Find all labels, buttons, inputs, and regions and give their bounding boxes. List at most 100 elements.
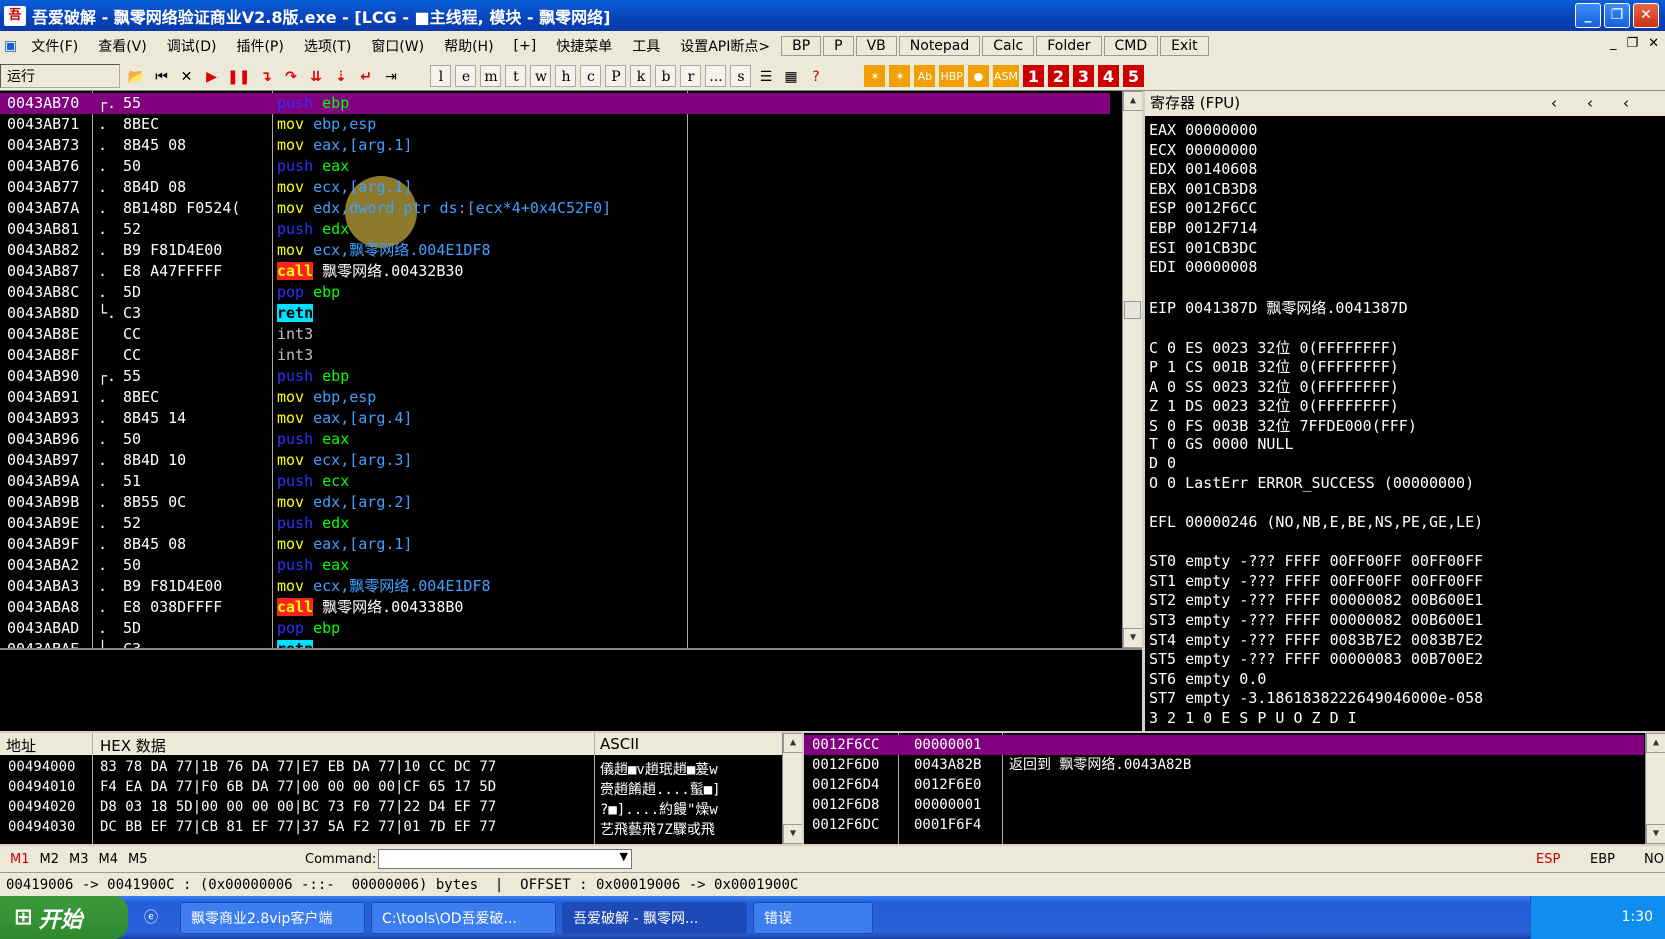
list-icon[interactable]: ☰ bbox=[755, 65, 776, 87]
disasm-row[interactable]: 0043AB77. 8B4D 08 mov ecx,[arg.1] bbox=[0, 177, 1110, 198]
stack-row[interactable]: 0012F6D0 0043A82B 返回到 飘零网络.0043A82B bbox=[804, 755, 1644, 775]
dump-scrollbar[interactable]: ▲ ▼ bbox=[782, 733, 802, 844]
run-icon[interactable]: ▶ bbox=[201, 65, 222, 87]
window-letter-button[interactable]: s bbox=[730, 64, 752, 87]
quick-launch-ie-icon[interactable]: ⓔ bbox=[134, 902, 174, 934]
command-input[interactable]: ▼ bbox=[378, 849, 632, 869]
disasm-row[interactable]: 0043AB70 ┌. 55 push ebp bbox=[0, 93, 1110, 114]
menu-item[interactable]: 文件(F) bbox=[21, 36, 88, 56]
menu-tool-button[interactable]: CMD bbox=[1103, 36, 1159, 56]
asm-icon[interactable]: ASM bbox=[992, 64, 1019, 87]
stack-pane[interactable]: ▲ ▼ 0012F6CC 00000001 0012F6D0 0043A82B 返回到 飘… bbox=[804, 733, 1665, 844]
title-bar[interactable]: 吾 吾爱破解 - 飘零网络验证商业V2.8版.exe - [LCG - ■主线程… bbox=[0, 0, 1665, 31]
disasm-row[interactable]: 0043AB81. 52 push edx bbox=[0, 219, 1110, 240]
close-button[interactable]: ✕ bbox=[1633, 3, 1659, 28]
execute-till-return-icon[interactable]: ↵ bbox=[355, 65, 376, 87]
disasm-row[interactable]: 0043ABA8. E8 038DFFFF call 飘零网络.004338B0 bbox=[0, 597, 1110, 618]
plugin-ab-icon[interactable]: Ab bbox=[914, 64, 936, 87]
registers-pane[interactable]: 寄存器 (FPU) ‹‹‹ EAX 00000000 ECX 00000000 ED… bbox=[1145, 91, 1665, 731]
disasm-row[interactable]: 0043AB91. 8BEC mov ebp,esp bbox=[0, 387, 1110, 408]
plugin-a-icon[interactable]: ✶ bbox=[864, 64, 886, 87]
window-letter-button[interactable]: e bbox=[455, 64, 477, 87]
window-letter-button[interactable]: l bbox=[430, 64, 452, 87]
memory-mark-button[interactable]: M1 bbox=[10, 852, 30, 867]
disasm-row[interactable]: 0043ABAE └. C3 retn bbox=[0, 639, 1110, 648]
menu-tool-button[interactable]: VB bbox=[855, 36, 897, 56]
stack-row[interactable]: 0012F6DC 0001F6F4 bbox=[804, 815, 1644, 835]
window-letter-button[interactable]: b bbox=[655, 64, 677, 87]
menu-tool-button[interactable]: P bbox=[823, 36, 854, 56]
window-letter-button[interactable]: w bbox=[530, 64, 552, 87]
taskbar-task[interactable]: 飘零商业2.8vip客户端 bbox=[180, 901, 365, 934]
memory-dump-pane[interactable]: 地址 HEX 数据 ASCII ▲ ▼ 00494000 83 78 DA 77|1… bbox=[0, 733, 802, 844]
disasm-row[interactable]: 0043AB9B. 8B55 0C mov edx,[arg.2] bbox=[0, 492, 1110, 513]
disasm-row[interactable]: 0043AB82. B9 F81D4E00 mov ecx,飘零网络.004E1DF… bbox=[0, 240, 1110, 261]
disasm-row[interactable]: 0043ABA3. B9 F81D4E00 mov ecx,飘零网络.004E1DF… bbox=[0, 576, 1110, 597]
disassembly-pane[interactable]: ▲ ▼ 0043AB70 ┌. 55 push ebp 0043AB71. 8BEC mov… bbox=[0, 91, 1142, 648]
taskbar-task[interactable]: 错误 bbox=[753, 901, 873, 934]
stack-row[interactable]: 0012F6D8 00000001 bbox=[804, 795, 1644, 815]
disasm-row[interactable]: 0043ABA2. 50 push eax bbox=[0, 555, 1110, 576]
disasm-row[interactable]: 0043ABAD. 5D pop ebp bbox=[0, 618, 1110, 639]
menu-tool-button[interactable]: Calc bbox=[982, 36, 1035, 56]
disasm-row[interactable]: 0043AB90 ┌. 55 push ebp bbox=[0, 366, 1110, 387]
window-letter-button[interactable]: m bbox=[480, 64, 502, 87]
disasm-row[interactable]: 0043AB8F CC int3 bbox=[0, 345, 1110, 366]
memory-mark-button[interactable]: M3 bbox=[69, 852, 89, 867]
menu-tool-button[interactable]: Folder bbox=[1036, 36, 1102, 56]
registers-nav-arrows[interactable]: ‹‹‹ bbox=[1551, 91, 1659, 116]
stack-row[interactable]: 0012F6D4 0012F6E0 bbox=[804, 775, 1644, 795]
menu-item[interactable]: 选项(T) bbox=[294, 36, 361, 56]
menu-item[interactable]: [+] bbox=[504, 38, 547, 54]
menu-tool-button[interactable]: Notepad bbox=[898, 36, 981, 56]
disasm-row[interactable]: 0043AB8D └. C3 retn bbox=[0, 303, 1110, 324]
disasm-scrollbar[interactable]: ▲ ▼ bbox=[1122, 91, 1142, 648]
menu-item[interactable]: 窗口(W) bbox=[361, 36, 434, 56]
memory-mark-button[interactable]: M4 bbox=[99, 852, 119, 867]
hbp-icon[interactable]: HBP bbox=[939, 64, 964, 87]
window-letter-button[interactable]: P bbox=[605, 64, 627, 87]
taskbar-task[interactable]: C:\tools\OD吾爱破... bbox=[371, 901, 556, 934]
disasm-row[interactable]: 0043AB8C. 5D pop ebp bbox=[0, 282, 1110, 303]
close-process-icon[interactable]: ✕ bbox=[176, 65, 197, 87]
disasm-row[interactable]: 0043AB73. 8B45 08 mov eax,[arg.1] bbox=[0, 135, 1110, 156]
pause-icon[interactable]: ❚❚ bbox=[226, 65, 251, 87]
numbered-button[interactable]: 4 bbox=[1097, 64, 1119, 87]
command-right-option[interactable]: ESP bbox=[1536, 852, 1560, 867]
numbered-button[interactable]: 1 bbox=[1022, 64, 1044, 87]
maximize-button[interactable]: ❐ bbox=[1604, 3, 1630, 28]
grid-icon[interactable]: ▦ bbox=[780, 65, 801, 87]
disasm-row[interactable]: 0043AB8E CC int3 bbox=[0, 324, 1110, 345]
disasm-row[interactable]: 0043AB9F. 8B45 08 mov eax,[arg.1] bbox=[0, 534, 1110, 555]
disasm-row[interactable]: 0043AB87. E8 A47FFFFF call 飘零网络.00432B30 bbox=[0, 261, 1110, 282]
trace-over-icon[interactable]: ⇣ bbox=[330, 65, 351, 87]
stack-scrollbar[interactable]: ▲ ▼ bbox=[1645, 733, 1665, 844]
menu-item[interactable]: 调试(D) bbox=[157, 36, 227, 56]
step-into-icon[interactable]: ↴ bbox=[255, 65, 276, 87]
menu-tool-button[interactable]: Exit bbox=[1160, 36, 1209, 56]
disasm-row[interactable]: 0043AB7A. 8B148D F0524(mov edx,dword ptr … bbox=[0, 198, 1110, 219]
menu-item[interactable]: 快捷菜单 bbox=[546, 36, 622, 56]
command-right-option[interactable]: EBP bbox=[1590, 852, 1615, 867]
step-over-icon[interactable]: ↷ bbox=[280, 65, 301, 87]
disasm-row[interactable]: 0043AB97. 8B4D 10 mov ecx,[arg.3] bbox=[0, 450, 1110, 471]
disasm-row[interactable]: 0043AB76. 50 push eax bbox=[0, 156, 1110, 177]
numbered-button[interactable]: 5 bbox=[1122, 64, 1144, 87]
menu-item[interactable]: 工具 bbox=[622, 36, 670, 56]
help-icon[interactable]: ? bbox=[805, 65, 826, 87]
stack-row[interactable]: 0012F6CC 00000001 bbox=[804, 735, 1644, 755]
minimize-button[interactable]: _ bbox=[1575, 3, 1601, 28]
goto-icon[interactable]: ⇥ bbox=[380, 65, 401, 87]
start-button[interactable]: ⊞ 开始 bbox=[0, 896, 128, 939]
bp-icon[interactable]: ● bbox=[967, 64, 989, 87]
window-letter-button[interactable]: t bbox=[505, 64, 527, 87]
mdi-minimize-icon[interactable]: _ bbox=[1610, 36, 1617, 51]
disasm-row[interactable]: 0043AB71. 8BEC mov ebp,esp bbox=[0, 114, 1110, 135]
mdi-icon[interactable]: ▣ bbox=[0, 38, 21, 54]
window-letter-button[interactable]: h bbox=[555, 64, 577, 87]
disasm-row[interactable]: 0043AB9A. 51 push ecx bbox=[0, 471, 1110, 492]
memory-mark-button[interactable]: M2 bbox=[40, 852, 60, 867]
memory-mark-button[interactable]: M5 bbox=[128, 852, 148, 867]
menu-item[interactable]: 帮助(H) bbox=[434, 36, 503, 56]
menu-item[interactable]: 插件(P) bbox=[226, 36, 293, 56]
